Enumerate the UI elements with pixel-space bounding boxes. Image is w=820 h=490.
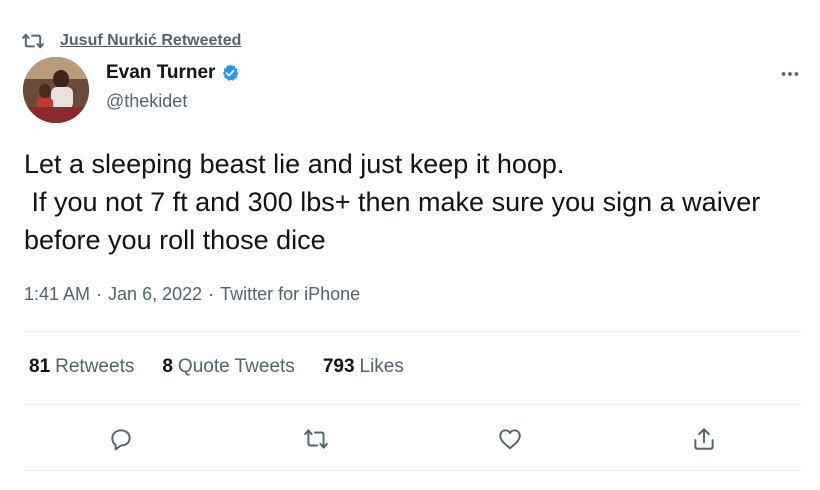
likes-label: Likes [359, 356, 404, 377]
retweets-count: 81 [29, 356, 51, 377]
quote-tweets-stat[interactable]: 8 Quote Tweets [162, 356, 294, 378]
retweets-stat[interactable]: 81 Retweets [29, 356, 134, 378]
tweet-metadata: 1:41 AM · Jan 6, 2022 · Twitter for iPho… [24, 284, 360, 305]
like-button[interactable] [495, 424, 525, 454]
reply-button[interactable] [106, 424, 136, 454]
more-options-icon [781, 72, 799, 76]
share-icon [694, 428, 714, 450]
share-button[interactable] [689, 424, 719, 454]
tweet-source[interactable]: Twitter for iPhone [220, 284, 360, 305]
display-name[interactable]: Evan Turner [106, 62, 215, 84]
quote-tweets-count: 8 [162, 356, 173, 377]
likes-count: 793 [322, 356, 355, 377]
avatar[interactable] [23, 57, 89, 123]
action-bar [0, 424, 820, 454]
divider [24, 331, 802, 332]
retweet-context: Jusuf Nurkić Retweeted [22, 30, 241, 52]
heart-icon [499, 429, 521, 450]
verified-badge-icon [223, 64, 239, 81]
retweeted-by-link[interactable]: Jusuf Nurkić Retweeted [60, 32, 241, 50]
tweet-time[interactable]: 1:41 AM [24, 284, 90, 305]
meta-separator: · [96, 284, 103, 304]
divider [24, 404, 802, 405]
meta-separator: · [208, 284, 215, 304]
retweets-label: Retweets [55, 356, 135, 377]
retweet-icon [304, 429, 328, 449]
quote-tweets-label: Quote Tweets [177, 356, 295, 377]
more-options-button[interactable] [776, 62, 804, 86]
retweet-button[interactable] [301, 424, 331, 454]
avatar-image [23, 57, 89, 123]
author-handle[interactable]: @thekidet [106, 91, 187, 112]
tweet-text: Let a sleeping beast lie and just keep i… [24, 149, 761, 255]
author-name[interactable]: Evan Turner [106, 62, 240, 84]
likes-stat[interactable]: 793 Likes [323, 356, 404, 378]
tweet-date[interactable]: Jan 6, 2022 [108, 284, 202, 305]
engagement-stats: 81 Retweets 8 Quote Tweets 793 Likes [29, 356, 404, 378]
divider [24, 470, 802, 471]
reply-icon [111, 429, 131, 451]
retweet-icon [22, 33, 44, 49]
